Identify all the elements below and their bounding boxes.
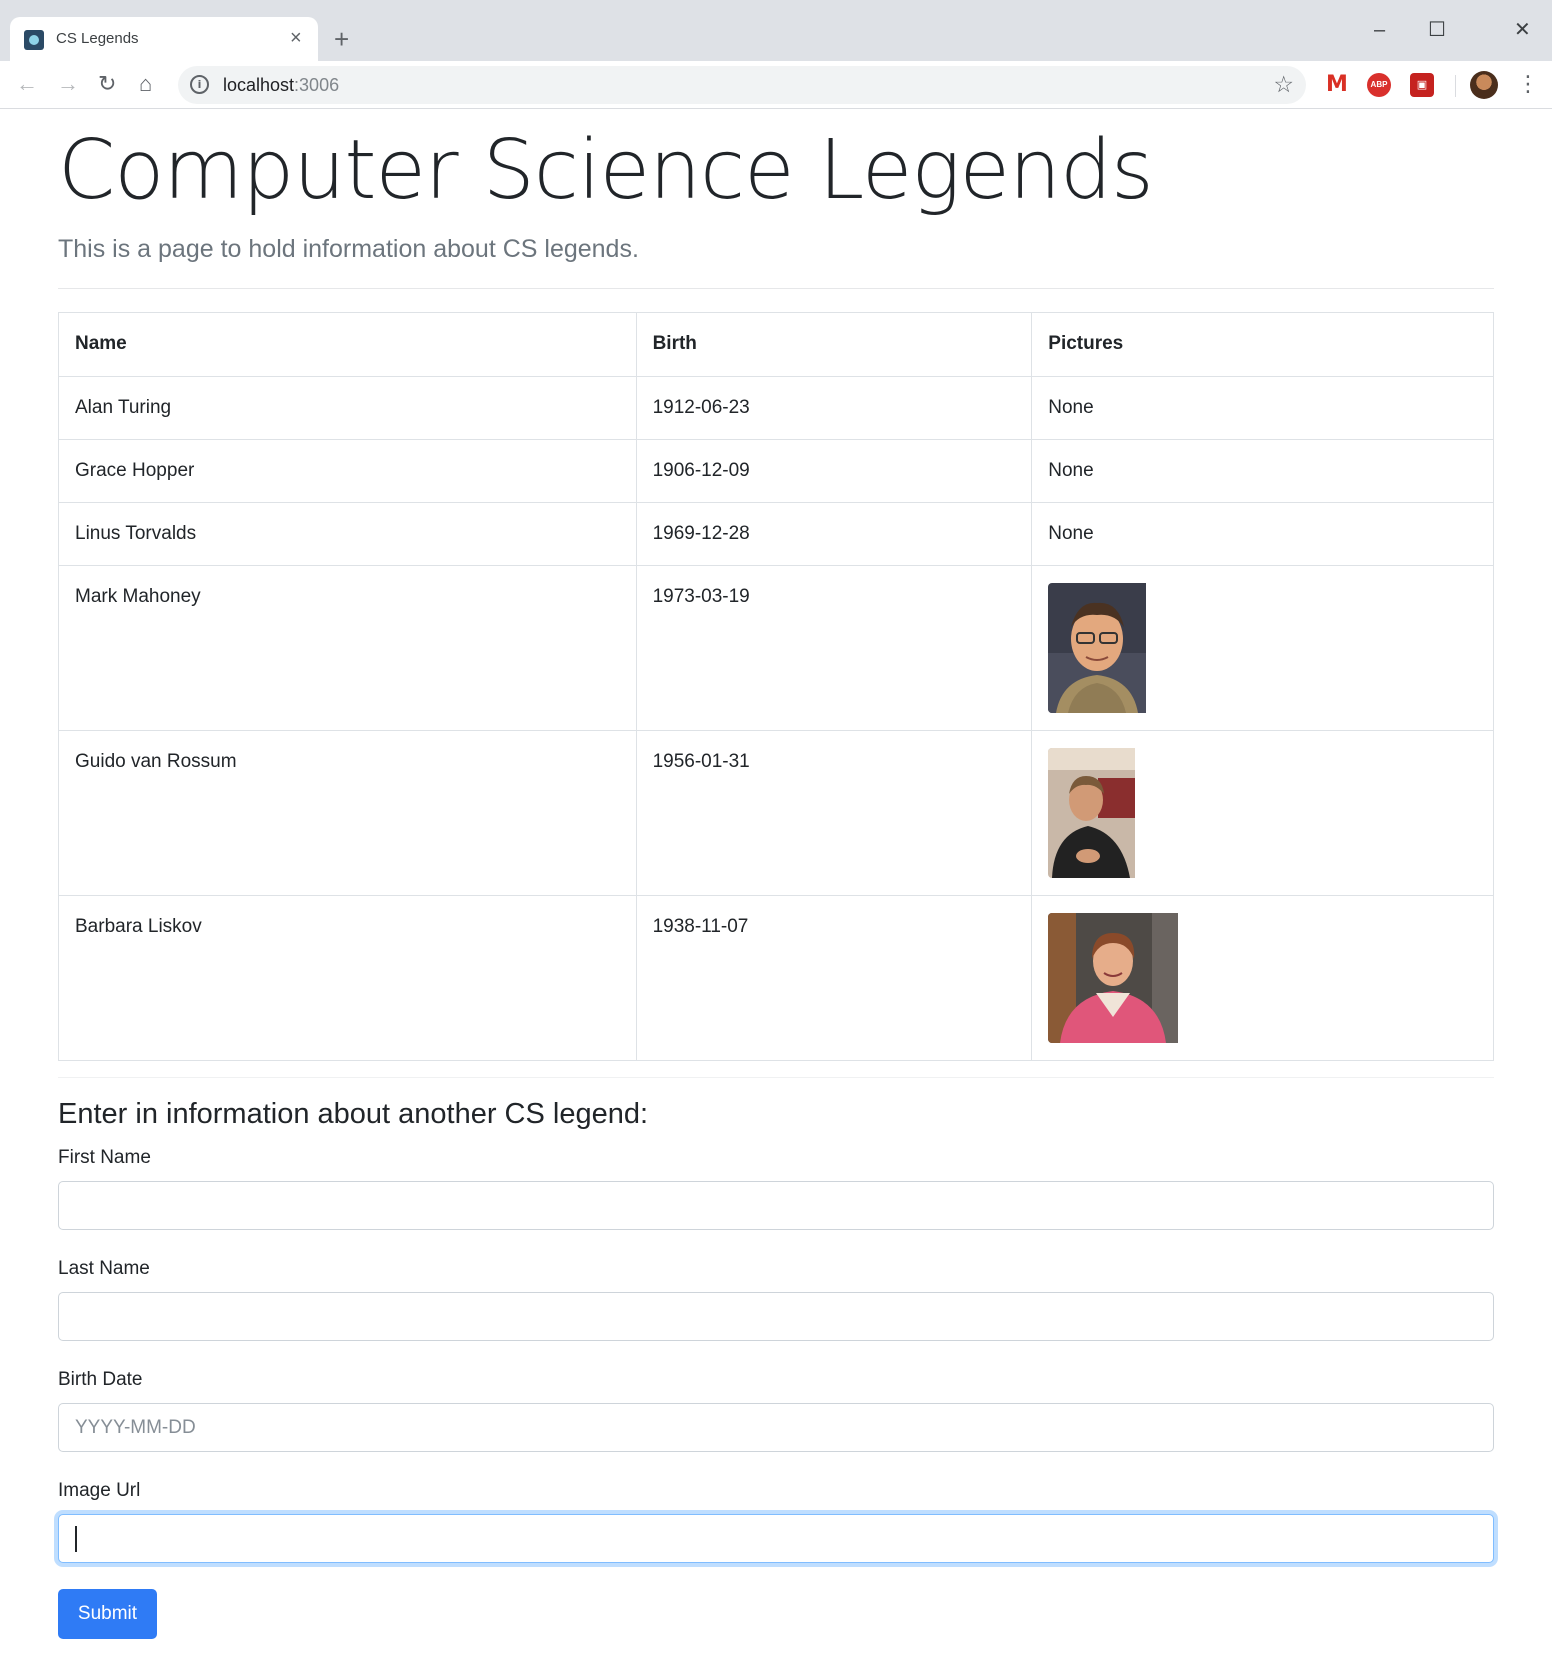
divider: [58, 288, 1494, 289]
adblock-extension-icon[interactable]: ABP: [1367, 73, 1391, 97]
first-name-label: First Name: [58, 1147, 151, 1168]
legend-photo: [1048, 913, 1477, 1043]
cell-picture: [1031, 565, 1494, 731]
site-info-icon[interactable]: i: [190, 75, 209, 94]
cell-birth: 1906-12-09: [635, 439, 1033, 503]
back-icon[interactable]: ←: [16, 71, 38, 97]
table-row: Alan Turing 1912-06-23 None: [58, 376, 1494, 440]
page-lead: This is a page to hold information about…: [58, 235, 639, 263]
browser-tab[interactable]: CS Legends ×: [10, 17, 318, 61]
submit-button[interactable]: Submit: [58, 1589, 157, 1639]
page-title: Computer Science Legends: [58, 123, 1154, 218]
cell-picture: None: [1031, 376, 1494, 440]
table-header-row: Name Birth Pictures: [58, 312, 1494, 377]
cell-name: Grace Hopper: [58, 439, 637, 503]
legend-photo: [1048, 748, 1477, 878]
tab-close-icon[interactable]: ×: [290, 26, 302, 50]
image-url-input[interactable]: [58, 1514, 1494, 1563]
cell-name: Alan Turing: [58, 376, 637, 440]
text-caret: [75, 1526, 77, 1552]
divider: [58, 1077, 1494, 1078]
url-host: localhost: [223, 75, 295, 95]
legend-photo: [1048, 583, 1477, 713]
bookmark-star-icon[interactable]: ☆: [1273, 71, 1294, 98]
home-icon[interactable]: ⌂: [139, 71, 152, 97]
tab-strip: CS Legends × + – ☐ ✕: [0, 8, 1552, 61]
pdf-extension-icon[interactable]: ▣: [1410, 73, 1434, 97]
table-row: Guido van Rossum 1956-01-31: [58, 730, 1494, 896]
forward-icon[interactable]: →: [57, 71, 79, 97]
browser-toolbar: ← → ↻ ⌂ i localhost:3006 ☆ M ABP ▣ ⋮: [0, 61, 1552, 109]
header-name: Name: [58, 312, 637, 377]
image-url-field: [58, 1514, 1494, 1563]
birth-date-label: Birth Date: [58, 1369, 143, 1390]
first-name-input[interactable]: [58, 1181, 1494, 1230]
table-row: Mark Mahoney 1973-03-19: [58, 565, 1494, 731]
cell-name: Linus Torvalds: [58, 502, 637, 566]
cell-picture: None: [1031, 439, 1494, 503]
cell-birth: 1969-12-28: [635, 502, 1033, 566]
gmail-extension-icon[interactable]: M: [1325, 73, 1349, 97]
form-heading: Enter in information about another CS le…: [58, 1098, 649, 1130]
reload-icon[interactable]: ↻: [98, 71, 116, 97]
browser-chrome: CS Legends × + – ☐ ✕ ← → ↻ ⌂ i localhost…: [0, 0, 1552, 109]
profile-avatar[interactable]: [1470, 71, 1498, 99]
cell-birth: 1938-11-07: [635, 895, 1033, 1061]
cell-name: Guido van Rossum: [58, 730, 637, 896]
browser-menu-icon[interactable]: ⋮: [1517, 69, 1539, 99]
legends-table: Name Birth Pictures Alan Turing 1912-06-…: [58, 312, 1494, 1061]
maximize-icon[interactable]: ☐: [1428, 18, 1446, 42]
last-name-label: Last Name: [58, 1258, 150, 1279]
url-text: localhost:3006: [223, 75, 339, 96]
image-url-label: Image Url: [58, 1480, 141, 1501]
cell-picture: None: [1031, 502, 1494, 566]
new-tab-icon[interactable]: +: [334, 26, 349, 52]
header-birth: Birth: [635, 312, 1033, 377]
cell-picture: [1031, 730, 1494, 896]
cell-name: Barbara Liskov: [58, 895, 637, 1061]
cell-name: Mark Mahoney: [58, 565, 637, 731]
header-pictures: Pictures: [1031, 312, 1494, 377]
cell-birth: 1956-01-31: [635, 730, 1033, 896]
tab-title: CS Legends: [56, 30, 139, 47]
birth-date-input[interactable]: [58, 1403, 1494, 1452]
minimize-icon[interactable]: –: [1374, 18, 1385, 42]
cell-birth: 1973-03-19: [635, 565, 1033, 731]
table-row: Barbara Liskov 1938-11-07: [58, 895, 1494, 1061]
favicon-icon: [24, 30, 44, 50]
cell-picture: [1031, 895, 1494, 1061]
address-bar[interactable]: i localhost:3006 ☆: [178, 66, 1306, 104]
toolbar-separator: [1455, 75, 1456, 97]
last-name-input[interactable]: [58, 1292, 1494, 1341]
cell-birth: 1912-06-23: [635, 376, 1033, 440]
window-close-icon[interactable]: ✕: [1514, 18, 1531, 42]
table-row: Linus Torvalds 1969-12-28 None: [58, 502, 1494, 566]
url-port: :3006: [294, 75, 340, 95]
table-row: Grace Hopper 1906-12-09 None: [58, 439, 1494, 503]
